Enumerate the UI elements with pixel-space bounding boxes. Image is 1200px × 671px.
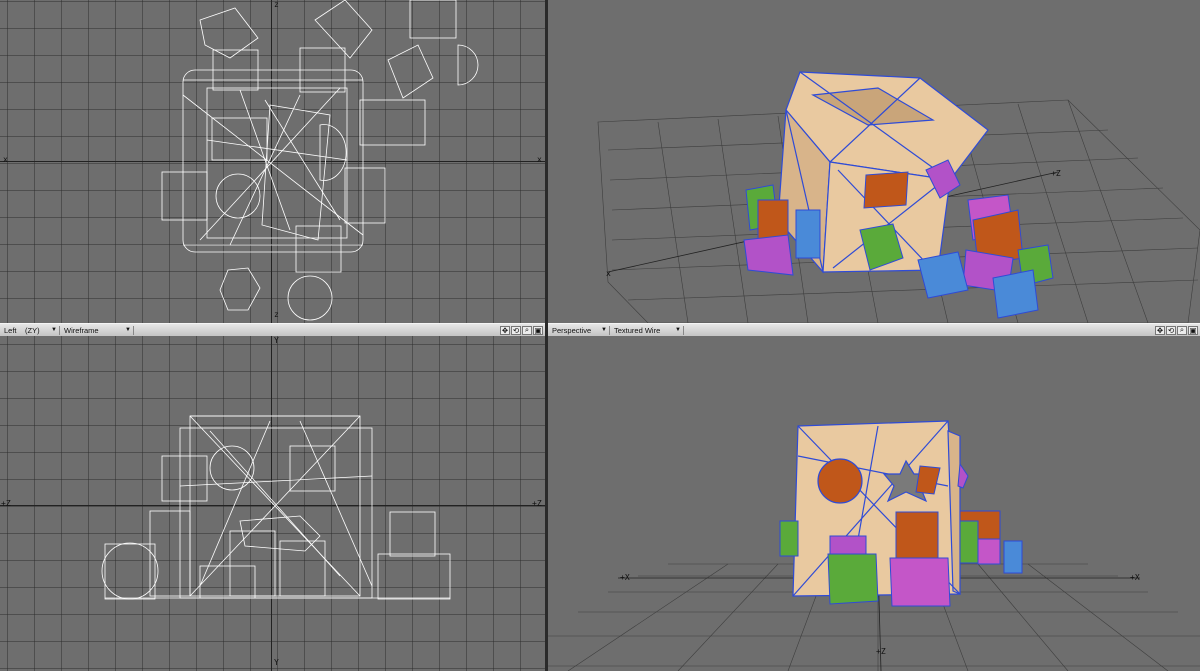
plane-label: (ZY)	[24, 325, 40, 335]
move-icon[interactable]: ✥	[500, 325, 510, 335]
axis-label-x: x	[606, 269, 611, 278]
render-mode-dropdown[interactable]: Textured Wire ▼	[612, 325, 684, 335]
axis-label-left: +X	[620, 573, 630, 582]
rotate-icon[interactable]: ⟲	[511, 325, 521, 335]
axis-label-z: +Z	[1051, 169, 1061, 178]
viewport-left[interactable]: +Z +Z Y Y	[0, 336, 545, 671]
viewport-tools: ✥ ⟲ ⌕ ▣	[500, 325, 543, 335]
move-icon[interactable]: ✥	[1155, 325, 1165, 335]
view-label: Perspective	[552, 325, 592, 335]
chevron-down-icon: ▼	[51, 327, 57, 333]
perspective-scene-bottom: +X +X +Z	[548, 420, 1200, 671]
zoom-icon[interactable]: ⌕	[522, 325, 532, 335]
viewport-top[interactable]: x x z z	[0, 0, 545, 323]
render-mode-label: Wireframe	[64, 325, 99, 335]
axis-label-right: +X	[1130, 573, 1140, 582]
viewport-divider[interactable]	[545, 0, 548, 671]
maximize-icon[interactable]: ▣	[533, 325, 543, 335]
axis-label-bottom: +Z	[876, 647, 886, 656]
chevron-down-icon: ▼	[125, 327, 131, 333]
chevron-down-icon: ▼	[675, 327, 681, 333]
view-dropdown[interactable]: Perspective ▼	[550, 325, 610, 335]
viewport-perspective-top[interactable]: +Z x	[548, 0, 1200, 323]
viewport-perspective-bottom[interactable]: +X +X +Z	[548, 336, 1200, 671]
viewport-header-perspective: Perspective ▼ Textured Wire ▼ ✥ ⟲ ⌕ ▣	[548, 323, 1200, 337]
zoom-icon[interactable]: ⌕	[1177, 325, 1187, 335]
chevron-down-icon: ▼	[601, 327, 607, 333]
viewport-header-left: Left (ZY) ▼ Wireframe ▼ ✥ ⟲ ⌕ ▣	[0, 323, 545, 337]
maximize-icon[interactable]: ▣	[1188, 325, 1198, 335]
wireframe-top	[161, 0, 479, 321]
perspective-scene-top: +Z x	[597, 71, 1200, 323]
view-dropdown[interactable]: Left (ZY) ▼	[2, 325, 60, 335]
wireframe-left	[101, 415, 451, 600]
rotate-icon[interactable]: ⟲	[1166, 325, 1176, 335]
view-label: Left	[4, 325, 17, 335]
viewport-tools: ✥ ⟲ ⌕ ▣	[1155, 325, 1198, 335]
render-mode-label: Textured Wire	[614, 325, 661, 335]
render-mode-dropdown[interactable]: Wireframe ▼	[62, 325, 134, 335]
